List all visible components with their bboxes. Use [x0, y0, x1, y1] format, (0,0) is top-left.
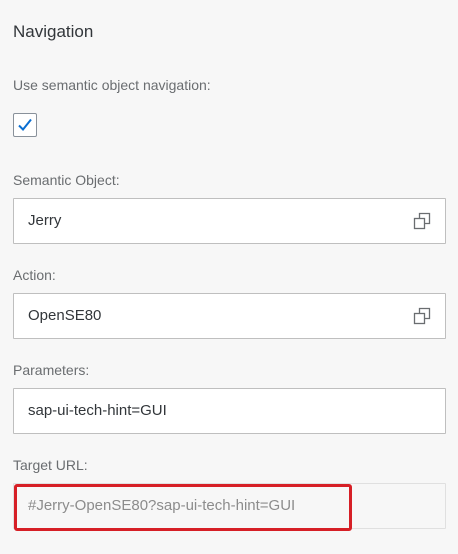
semantic-navigation-checkbox[interactable]: [13, 113, 37, 137]
value-help-icon[interactable]: [413, 212, 431, 230]
parameters-input[interactable]: sap-ui-tech-hint=GUI: [13, 388, 446, 434]
value-help-icon[interactable]: [413, 307, 431, 325]
action-value: OpenSE80: [28, 307, 102, 324]
semantic-object-input[interactable]: Jerry: [13, 198, 446, 244]
target-url-value: #Jerry-OpenSE80?sap-ui-tech-hint=GUI: [28, 497, 296, 514]
checkmark-icon: [18, 118, 32, 131]
target-url-field: #Jerry-OpenSE80?sap-ui-tech-hint=GUI: [13, 483, 446, 529]
semantic-object-label: Semantic Object:: [13, 172, 120, 188]
navigation-panel: Navigation Use semantic object navigatio…: [0, 0, 458, 554]
semantic-object-value: Jerry: [28, 212, 62, 229]
section-title: Navigation: [13, 22, 94, 41]
action-label: Action:: [13, 267, 56, 283]
parameters-value: sap-ui-tech-hint=GUI: [28, 402, 167, 419]
semantic-navigation-label: Use semantic object navigation:: [13, 77, 211, 93]
parameters-label: Parameters:: [13, 362, 90, 378]
action-input[interactable]: OpenSE80: [13, 293, 446, 339]
target-url-label: Target URL:: [13, 457, 88, 473]
